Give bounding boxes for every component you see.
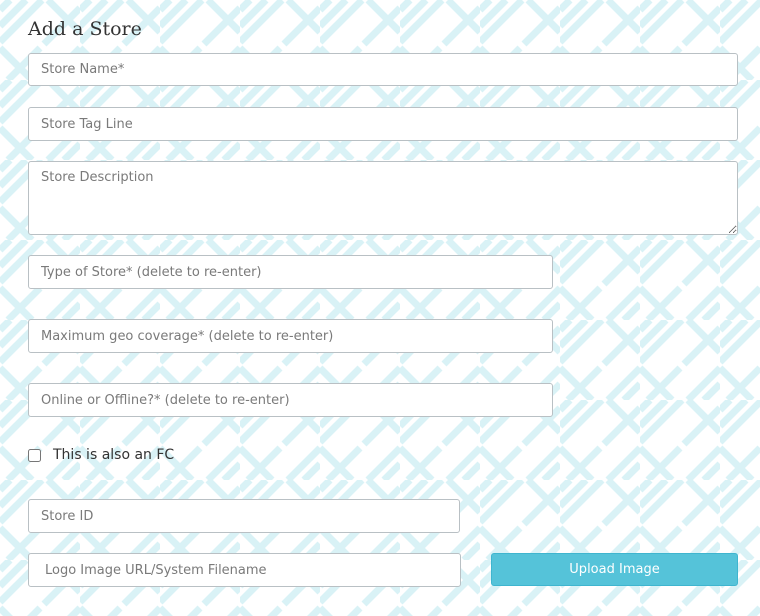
online-offline-input[interactable] — [28, 383, 553, 417]
store-id-input[interactable] — [28, 499, 460, 533]
upload-image-button[interactable]: Upload Image — [491, 553, 738, 586]
type-of-store-input[interactable] — [28, 255, 553, 289]
logo-url-input[interactable] — [28, 553, 461, 587]
store-tag-line-input[interactable] — [28, 107, 738, 141]
fc-checkbox[interactable] — [28, 448, 41, 462]
fc-checkbox-label: This is also an FC — [53, 447, 175, 463]
store-name-input[interactable] — [28, 53, 738, 86]
geo-coverage-input[interactable] — [28, 319, 553, 353]
store-description-textarea[interactable] — [28, 161, 738, 235]
fc-checkbox-row[interactable]: This is also an FC — [28, 447, 174, 463]
page-title: Add a Store — [28, 18, 142, 40]
